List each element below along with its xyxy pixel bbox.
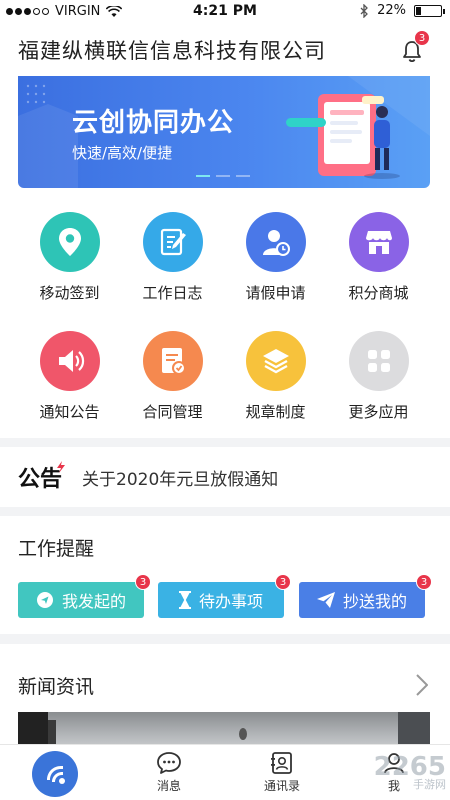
send-circle-icon	[36, 592, 53, 608]
initiated-by-me-button[interactable]: 我发起的 3	[18, 574, 151, 618]
banner-page-dot[interactable]	[216, 175, 230, 177]
app-label: 工作日志	[142, 284, 203, 302]
banner-title: 云创协同办公	[72, 108, 235, 138]
todo-button[interactable]: 待办事项 3	[158, 574, 291, 618]
banner-page-dot[interactable]	[236, 175, 250, 177]
todo-label: 待办事项	[198, 592, 263, 611]
app-more-apps[interactable]: 更多应用	[327, 331, 430, 422]
hourglass-icon	[178, 591, 191, 609]
messages-tab[interactable]: 消息	[129, 751, 209, 794]
person-clock-icon	[245, 212, 306, 272]
todo-badge: 3	[275, 574, 291, 590]
promo-banner[interactable]: 云创协同办公 快速/高效/便捷	[18, 76, 430, 188]
bluetooth-icon	[360, 3, 369, 18]
messages-tab-label: 消息	[156, 779, 181, 793]
location-pin-icon	[39, 212, 100, 272]
app-label: 请假申请	[245, 284, 306, 302]
cc-to-me-label: 抄送我的	[342, 592, 407, 611]
chevron-right-icon[interactable]	[416, 674, 428, 696]
home-logo-icon	[47, 766, 65, 784]
status-bar: VIRGIN 4:21 PM 22%	[0, 0, 450, 24]
app-label: 规章制度	[245, 403, 306, 421]
app-label: 移动签到	[39, 284, 100, 302]
contacts-book-icon	[271, 752, 292, 774]
announcement-bar[interactable]: 公告 关于2020年元旦放假通知	[0, 447, 450, 507]
cc-to-me-button[interactable]: 抄送我的 3	[299, 574, 432, 618]
announcement-text: 关于2020年元旦放假通知	[82, 470, 279, 490]
contacts-tab-label: 通讯录	[263, 779, 300, 793]
banner-page-indicator[interactable]	[196, 175, 250, 177]
app-contracts[interactable]: 合同管理	[121, 331, 224, 422]
announcement-spark-icon	[57, 461, 65, 473]
home-tab[interactable]	[32, 751, 78, 797]
site-watermark: 2265 手游网	[374, 752, 446, 792]
grid-icon	[348, 331, 409, 391]
notebook-pen-icon	[142, 212, 203, 272]
speaker-icon	[39, 331, 100, 391]
app-points-mall[interactable]: 积分商城	[327, 212, 430, 303]
app-announcements[interactable]: 通知公告	[18, 331, 121, 422]
notification-badge: 3	[414, 30, 430, 46]
shop-icon	[348, 212, 409, 272]
layers-icon	[245, 331, 306, 391]
company-title: 福建纵横联信信息科技有限公司	[18, 39, 326, 63]
battery-icon	[414, 4, 445, 17]
app-check-in[interactable]: 移动签到	[18, 212, 121, 303]
app-regulations[interactable]: 规章制度	[224, 331, 327, 422]
banner-subtitle: 快速/高效/便捷	[72, 144, 173, 162]
app-label: 合同管理	[142, 403, 203, 421]
battery-percent: 22%	[377, 3, 406, 18]
work-reminder-section: 工作提醒 我发起的 3 待办事项 3 抄送我的 3	[0, 516, 450, 634]
banner-page-dot[interactable]	[196, 175, 210, 177]
initiated-by-me-label: 我发起的	[61, 592, 126, 611]
app-grid: 移动签到 工作日志 请假申请 积分商城通知公告 合同管理 规章制度 更多应用	[18, 212, 430, 422]
contacts-tab[interactable]: 通讯录	[242, 751, 322, 794]
app-leave-request[interactable]: 请假申请	[224, 212, 327, 303]
initiated-badge: 3	[135, 574, 151, 590]
news-title: 新闻资讯	[18, 676, 95, 698]
paper-plane-icon	[316, 592, 335, 608]
notification-button[interactable]: 3	[402, 30, 430, 63]
app-label: 更多应用	[348, 403, 409, 421]
news-section: 新闻资讯	[0, 644, 450, 752]
app-work-log[interactable]: 工作日志	[121, 212, 224, 303]
bottom-tab-bar: 消息 通讯录 我 2265 手游网	[0, 744, 450, 800]
contract-icon	[142, 331, 203, 391]
chat-bubble-icon	[157, 752, 181, 774]
cc-badge: 3	[416, 574, 432, 590]
work-reminder-title: 工作提醒	[18, 538, 95, 560]
app-label: 通知公告	[39, 403, 100, 421]
app-label: 积分商城	[348, 284, 409, 302]
app-header: 福建纵横联信信息科技有限公司 3	[0, 24, 450, 76]
